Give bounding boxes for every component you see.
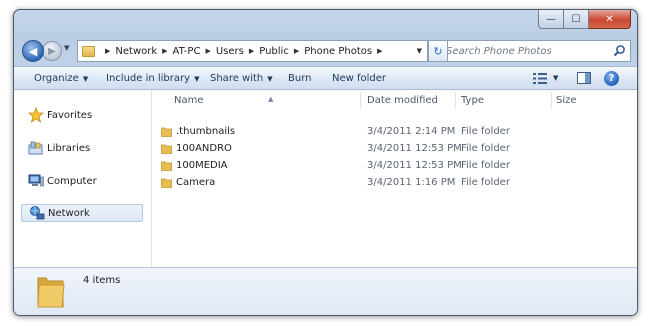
folder-icon xyxy=(161,178,172,188)
breadcrumb: ▶ Network ▶ AT-PC ▶ Users ▶ Public ▶ Pho… xyxy=(100,46,388,57)
caption-buttons: — ☐ ✕ xyxy=(538,10,631,29)
command-bar: Organize ▼ Include in library ▼ Share wi… xyxy=(14,66,637,90)
breadcrumb-users[interactable]: Users xyxy=(216,46,244,57)
file-date-modified: 3/4/2011 12:53 PM xyxy=(367,160,462,171)
include-in-library-menu[interactable]: Include in library ▼ xyxy=(106,73,199,84)
navigation-pane: Favorites Libraries Computer Network xyxy=(14,90,152,267)
table-row[interactable]: Camera 3/4/2011 1:16 PM File folder xyxy=(152,174,630,191)
file-type: File folder xyxy=(461,143,510,154)
sidebar-item-favorites[interactable]: Favorites xyxy=(20,106,92,124)
details-pane: 4 items xyxy=(14,267,637,315)
share-with-menu[interactable]: Share with ▼ xyxy=(210,73,273,84)
search-input[interactable]: Search Phone Photos xyxy=(446,46,552,57)
file-name: 100MEDIA xyxy=(176,160,228,171)
chevron-down-icon: ▼ xyxy=(267,74,273,83)
change-view-icon[interactable] xyxy=(533,73,547,84)
folder-icon xyxy=(37,277,65,308)
address-dropdown[interactable]: ▼ xyxy=(417,47,422,55)
include-in-library-label: Include in library xyxy=(106,73,191,84)
folder-icon xyxy=(161,127,172,137)
column-divider[interactable] xyxy=(455,92,456,109)
folder-icon xyxy=(82,45,95,57)
chevron-down-icon: ▼ xyxy=(194,74,200,83)
network-icon xyxy=(30,206,45,220)
sidebar-item-label: Favorites xyxy=(47,109,93,121)
column-divider[interactable] xyxy=(551,92,552,109)
address-bar[interactable]: ▶ Network ▶ AT-PC ▶ Users ▶ Public ▶ Pho… xyxy=(77,40,428,62)
burn-button[interactable]: Burn xyxy=(288,73,311,84)
breadcrumb-network[interactable]: Network xyxy=(115,46,157,57)
file-name: Camera xyxy=(176,177,216,188)
sidebar-item-libraries[interactable]: Libraries xyxy=(20,139,90,157)
sort-ascending-icon: ▲ xyxy=(268,95,274,103)
folder-icon xyxy=(161,161,172,171)
file-date-modified: 3/4/2011 12:53 PM xyxy=(367,143,462,154)
item-count: 4 items xyxy=(83,275,121,286)
file-name: 100ANDRO xyxy=(176,143,232,154)
breadcrumb-separator[interactable]: ▶ xyxy=(205,47,210,55)
new-folder-label: New folder xyxy=(332,73,387,84)
maximize-button[interactable]: ☐ xyxy=(564,10,589,29)
column-headers: ▲ Name Date modified Type Size xyxy=(152,90,630,112)
sidebar-item-label: Libraries xyxy=(47,142,91,154)
sidebar-item-label: Network xyxy=(48,207,90,219)
close-button[interactable]: ✕ xyxy=(589,10,631,29)
search-box[interactable]: Search Phone Photos xyxy=(439,40,631,62)
star-icon xyxy=(28,107,44,123)
breadcrumb-phone-photos[interactable]: Phone Photos xyxy=(304,46,372,57)
table-row[interactable]: 100MEDIA 3/4/2011 12:53 PM File folder xyxy=(152,157,630,174)
forward-button[interactable]: ▶ xyxy=(42,41,62,61)
search-icon[interactable] xyxy=(613,44,626,57)
breadcrumb-separator[interactable]: ▶ xyxy=(249,47,254,55)
column-header-name[interactable]: Name xyxy=(174,95,204,106)
preview-pane-icon[interactable] xyxy=(577,72,591,84)
breadcrumb-separator[interactable]: ▶ xyxy=(377,47,382,55)
table-row[interactable]: 100ANDRO 3/4/2011 12:53 PM File folder xyxy=(152,140,630,157)
breadcrumb-separator[interactable]: ▶ xyxy=(162,47,167,55)
file-date-modified: 3/4/2011 1:16 PM xyxy=(367,177,456,188)
file-type: File folder xyxy=(461,126,510,137)
file-list: ▲ Name Date modified Type Size .thumbnai… xyxy=(152,90,630,267)
sidebar-item-network[interactable]: Network xyxy=(21,204,143,222)
organize-label: Organize xyxy=(34,73,79,84)
back-button[interactable]: ◀ xyxy=(22,40,44,62)
sidebar-item-label: Computer xyxy=(47,175,97,187)
column-header-type[interactable]: Type xyxy=(461,95,484,106)
breadcrumb-at-pc[interactable]: AT-PC xyxy=(173,46,201,57)
breadcrumb-public[interactable]: Public xyxy=(259,46,289,57)
explorer-window: — ☐ ✕ ▶ ◀ ▼ ▶ Network ▶ AT-PC ▶ Users ▶ … xyxy=(13,9,638,316)
column-divider[interactable] xyxy=(360,92,361,109)
chevron-down-icon: ▼ xyxy=(82,74,89,83)
column-header-date-modified[interactable]: Date modified xyxy=(367,95,438,106)
column-header-size[interactable]: Size xyxy=(556,95,577,106)
view-options-dropdown[interactable]: ▼ xyxy=(553,74,558,82)
new-folder-button[interactable]: New folder xyxy=(332,73,386,84)
file-type: File folder xyxy=(461,177,510,188)
recent-pages-dropdown[interactable]: ▼ xyxy=(64,44,69,52)
burn-label: Burn xyxy=(288,73,312,84)
organize-menu[interactable]: Organize ▼ xyxy=(34,73,88,84)
file-type: File folder xyxy=(461,160,510,171)
file-date-modified: 3/4/2011 2:14 PM xyxy=(367,126,456,137)
computer-icon xyxy=(28,174,44,187)
breadcrumb-separator[interactable]: ▶ xyxy=(294,47,299,55)
share-with-label: Share with xyxy=(210,73,264,84)
content-margin xyxy=(630,90,637,267)
sidebar-item-computer[interactable]: Computer xyxy=(20,172,97,190)
libraries-icon xyxy=(28,141,43,155)
breadcrumb-separator[interactable]: ▶ xyxy=(105,47,110,55)
refresh-button[interactable]: ↻ xyxy=(428,40,448,62)
table-row[interactable]: .thumbnails 3/4/2011 2:14 PM File folder xyxy=(152,123,630,140)
minimize-button[interactable]: — xyxy=(538,10,564,29)
file-name: .thumbnails xyxy=(176,126,236,137)
help-icon[interactable]: ? xyxy=(604,71,619,86)
folder-icon xyxy=(161,144,172,154)
